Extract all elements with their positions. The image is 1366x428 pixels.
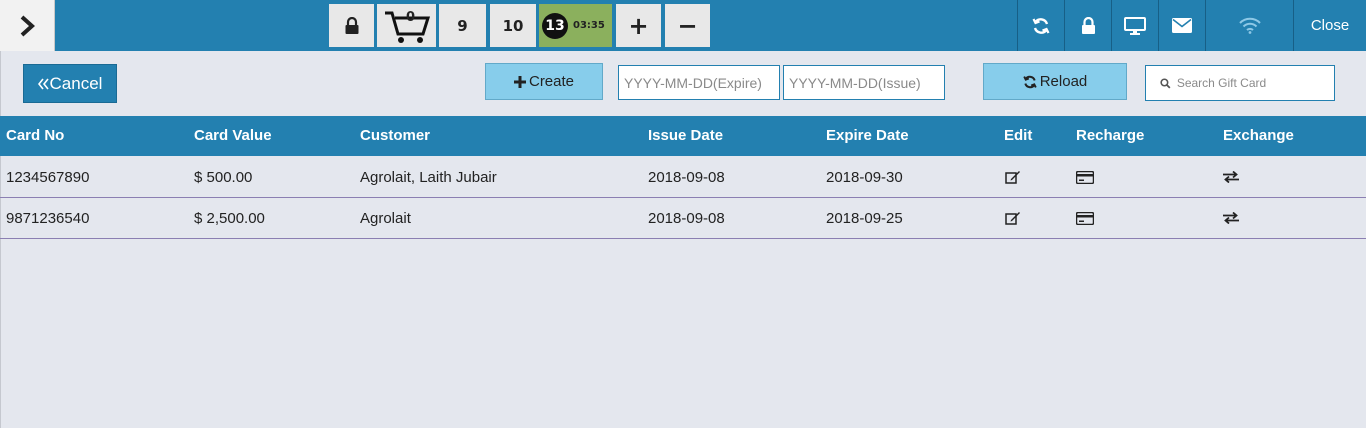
cell-expire-date: 2018-09-25 (826, 210, 903, 227)
lock-button[interactable] (329, 4, 374, 47)
refresh-icon (1023, 75, 1037, 88)
reload-label: Reload (1039, 73, 1088, 90)
order-time: 03:35 (573, 20, 605, 31)
lock-screen-button[interactable] (1064, 0, 1111, 51)
cancel-label: Cancel (49, 73, 103, 93)
search-box (1145, 65, 1335, 101)
column-expire-date[interactable]: Expire Date (826, 116, 909, 156)
close-button[interactable]: Close (1293, 0, 1366, 51)
column-exchange: Exchange (1223, 127, 1294, 144)
column-card-value[interactable]: Card Value (194, 116, 272, 156)
plus-icon (513, 75, 526, 88)
order-13-button[interactable]: 13 03:35 (539, 4, 612, 47)
wifi-icon (1238, 17, 1261, 34)
cell-card-value: $ 500.00 (194, 169, 253, 186)
lock-icon (345, 16, 358, 34)
cart-count: 0 (406, 10, 416, 25)
column-card-no[interactable]: Card No (6, 116, 64, 156)
add-order-button[interactable]: + (616, 4, 661, 47)
column-customer[interactable]: Customer (360, 116, 430, 156)
display-button[interactable] (1111, 0, 1158, 51)
cell-expire-date: 2018-09-30 (826, 169, 903, 186)
remove-order-button[interactable]: − (665, 4, 710, 47)
edit-icon[interactable] (1005, 211, 1021, 225)
credit-card-icon[interactable] (1076, 171, 1094, 184)
exchange-icon[interactable] (1223, 171, 1239, 183)
expire-date-input[interactable] (618, 65, 780, 100)
top-bar: 0 9 10 13 03:35 + − Close (0, 0, 1366, 51)
column-edit: Edit (1004, 127, 1033, 144)
table-row[interactable]: 1234567890 $ 500.00 Agrolait, Laith Juba… (0, 157, 1366, 198)
search-icon (1160, 77, 1171, 89)
chevron-right-icon (20, 15, 35, 36)
create-button[interactable]: Create (485, 63, 603, 100)
cart-button[interactable]: 0 (377, 4, 436, 47)
table-row[interactable]: 9871236540 $ 2,500.00 Agrolait 2018-09-0… (0, 198, 1366, 239)
network-status-button[interactable] (1205, 0, 1293, 51)
cell-issue-date: 2018-09-08 (648, 210, 725, 227)
left-border (0, 51, 1, 428)
cell-customer: Agrolait, Laith Jubair (360, 169, 497, 186)
cell-customer: Agrolait (360, 210, 411, 227)
refresh-icon (1032, 17, 1050, 34)
order-number: 13 (542, 12, 568, 39)
envelope-icon (1172, 18, 1192, 33)
cell-issue-date: 2018-09-08 (648, 169, 725, 186)
lock-icon (1081, 16, 1095, 34)
cancel-button[interactable]: Cancel (23, 64, 117, 103)
table-9-button[interactable]: 9 (439, 4, 486, 47)
cell-card-no: 9871236540 (6, 210, 90, 227)
exchange-icon[interactable] (1223, 212, 1239, 224)
refresh-button[interactable] (1017, 0, 1064, 51)
edit-icon[interactable] (1005, 170, 1021, 184)
column-recharge: Recharge (1076, 127, 1145, 144)
cell-card-no: 1234567890 (6, 169, 90, 186)
monitor-icon (1124, 16, 1146, 35)
create-label: Create (528, 73, 575, 90)
menu-toggle-button[interactable] (0, 0, 55, 51)
credit-card-icon[interactable] (1076, 212, 1094, 225)
table-header: Card No Card Value Customer Issue Date E… (0, 116, 1366, 156)
cell-card-value: $ 2,500.00 (194, 210, 265, 227)
search-gift-card-input[interactable] (1176, 76, 1334, 90)
messages-button[interactable] (1158, 0, 1205, 51)
double-chevron-left-icon (37, 78, 49, 89)
column-issue-date[interactable]: Issue Date (648, 116, 723, 156)
table-10-button[interactable]: 10 (490, 4, 536, 47)
reload-button[interactable]: Reload (983, 63, 1127, 100)
issue-date-input[interactable] (783, 65, 945, 100)
